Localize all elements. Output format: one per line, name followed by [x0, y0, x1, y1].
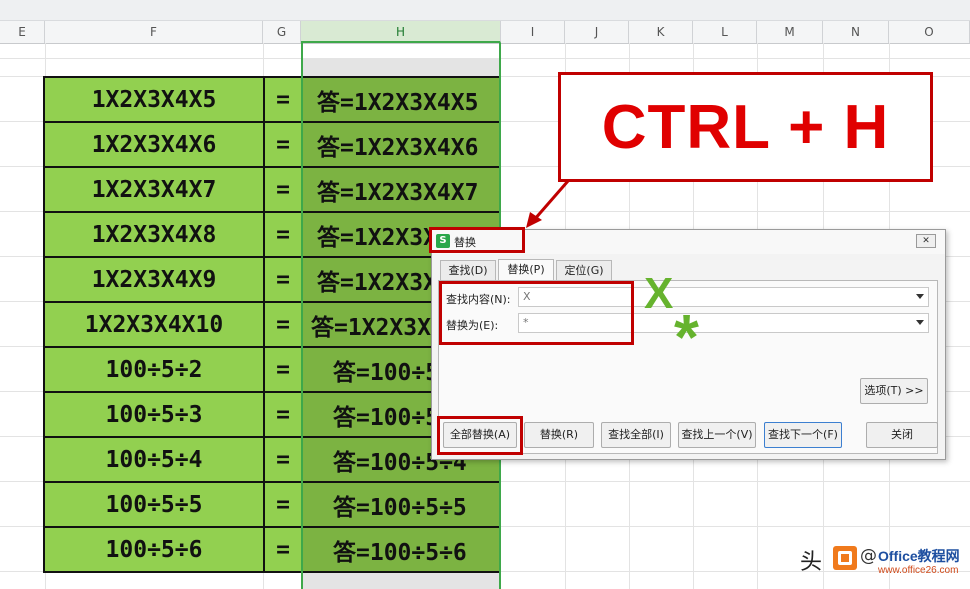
callout-arrow-icon [526, 180, 570, 228]
expression-cell[interactable]: 100÷5÷5 [43, 481, 265, 528]
column-header-m[interactable]: M [757, 21, 823, 43]
answer-cell[interactable]: 答=1X2X3X4X6 [301, 121, 501, 168]
toolbar-strip [0, 0, 970, 21]
close-button[interactable]: 关闭 [866, 422, 938, 448]
watermark-url: www.office26.com [878, 565, 959, 576]
expression-cell[interactable]: 1X2X3X4X7 [43, 166, 265, 213]
equals-cell[interactable]: = [263, 436, 303, 483]
find-next-button[interactable]: 查找下一个(F) [764, 422, 842, 448]
office-logo-icon [833, 546, 857, 570]
watermark-brand: Office教程网 [878, 548, 960, 564]
replace-input[interactable]: * [518, 313, 929, 333]
h-column-band [303, 58, 499, 76]
expression-cell[interactable]: 1X2X3X4X9 [43, 256, 265, 303]
answer-cell[interactable]: 答=1X2X3X4X7 [301, 166, 501, 213]
equals-cell[interactable]: = [263, 301, 303, 348]
column-header-bar: E F G H I J K L M N O [0, 21, 970, 44]
tab-goto[interactable]: 定位(G) [556, 260, 612, 280]
chevron-down-icon[interactable] [916, 320, 924, 325]
find-input[interactable]: X [518, 287, 929, 307]
replace-button[interactable]: 替换(R) [524, 422, 594, 448]
answer-cell[interactable]: 答=100÷5÷6 [301, 526, 501, 573]
equals-cell[interactable]: = [263, 526, 303, 573]
app-logo-icon: S [436, 234, 450, 248]
expression-cell[interactable]: 100÷5÷2 [43, 346, 265, 393]
find-all-button[interactable]: 查找全部(I) [601, 422, 671, 448]
replace-label: 替换为(E): [446, 319, 499, 332]
equals-cell[interactable]: = [263, 76, 303, 123]
tab-find[interactable]: 查找(D) [440, 260, 496, 280]
expression-cell[interactable]: 1X2X3X4X5 [43, 76, 265, 123]
column-header-h[interactable]: H [301, 21, 501, 43]
expression-cell[interactable]: 1X2X3X4X10 [43, 301, 265, 348]
x-glyph-annotation: X [644, 269, 674, 318]
column-header-f[interactable]: F [45, 21, 263, 43]
column-header-e[interactable]: E [0, 21, 45, 43]
find-label: 查找内容(N): [446, 293, 511, 306]
find-previous-button[interactable]: 查找上一个(V) [678, 422, 756, 448]
replace-value: * [523, 316, 529, 329]
expression-cell[interactable]: 100÷5÷4 [43, 436, 265, 483]
watermark-at: @ [860, 546, 877, 566]
chevron-down-icon[interactable] [916, 294, 924, 299]
equals-cell[interactable]: = [263, 481, 303, 528]
expression-cell[interactable]: 100÷5÷3 [43, 391, 265, 438]
column-header-n[interactable]: N [823, 21, 889, 43]
equals-cell[interactable]: = [263, 256, 303, 303]
expression-cell[interactable]: 100÷5÷6 [43, 526, 265, 573]
find-value: X [523, 290, 531, 303]
answer-cell[interactable]: 答=1X2X3X4X5 [301, 76, 501, 123]
equals-cell[interactable]: = [263, 391, 303, 438]
close-icon[interactable]: ✕ [916, 234, 936, 248]
column-header-l[interactable]: L [693, 21, 757, 43]
answer-cell[interactable]: 答=100÷5÷5 [301, 481, 501, 528]
equals-cell[interactable]: = [263, 211, 303, 258]
column-header-g[interactable]: G [263, 21, 301, 43]
expression-cell[interactable]: 1X2X3X4X6 [43, 121, 265, 168]
column-header-o[interactable]: O [889, 21, 970, 43]
h-column-band-bottom [303, 572, 499, 589]
column-header-i[interactable]: I [501, 21, 565, 43]
equals-cell[interactable]: = [263, 346, 303, 393]
dialog-title: 替换 [454, 236, 476, 249]
options-button[interactable]: 选项(T) >> [860, 378, 928, 404]
equals-cell[interactable]: = [263, 166, 303, 213]
column-header-k[interactable]: K [629, 21, 693, 43]
watermark-left: 头 [800, 550, 823, 575]
shortcut-callout: CTRL + H [558, 72, 933, 182]
star-glyph-annotation: * [674, 301, 699, 373]
tab-replace[interactable]: 替换(P) [498, 259, 554, 281]
equals-cell[interactable]: = [263, 121, 303, 168]
dialog-titlebar[interactable]: S 替换 ✕ [432, 230, 945, 254]
column-header-j[interactable]: J [565, 21, 629, 43]
expression-cell[interactable]: 1X2X3X4X8 [43, 211, 265, 258]
replace-all-button[interactable]: 全部替换(A) [443, 422, 517, 448]
